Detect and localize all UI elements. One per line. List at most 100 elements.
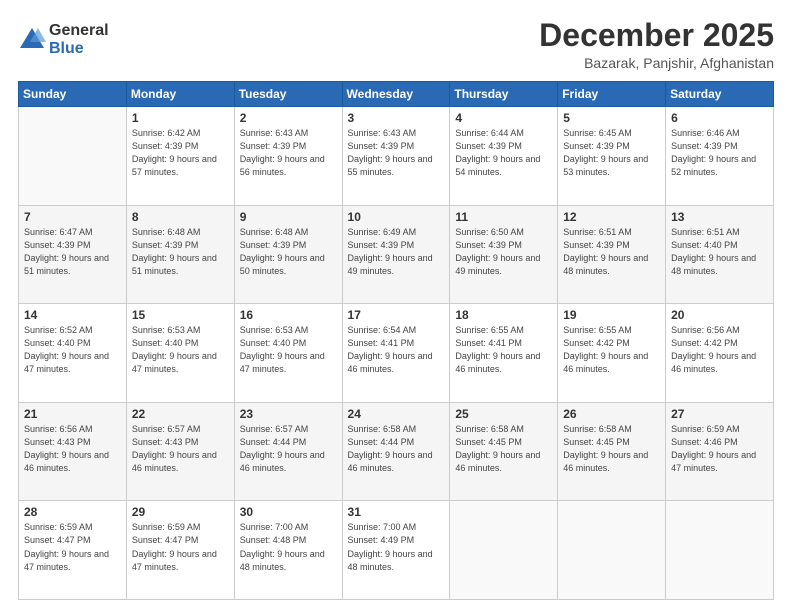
day-info: Sunrise: 6:55 AMSunset: 4:41 PMDaylight:…: [455, 325, 540, 374]
day-info: Sunrise: 7:00 AMSunset: 4:48 PMDaylight:…: [240, 522, 325, 571]
day-info: Sunrise: 6:55 AMSunset: 4:42 PMDaylight:…: [563, 325, 648, 374]
day-number: 7: [24, 210, 121, 224]
day-info: Sunrise: 6:59 AMSunset: 4:47 PMDaylight:…: [132, 522, 217, 571]
table-row: 10 Sunrise: 6:49 AMSunset: 4:39 PMDaylig…: [342, 205, 450, 304]
day-number: 16: [240, 308, 337, 322]
day-number: 10: [348, 210, 445, 224]
day-number: 28: [24, 505, 121, 519]
day-info: Sunrise: 6:57 AMSunset: 4:43 PMDaylight:…: [132, 424, 217, 473]
day-number: 22: [132, 407, 229, 421]
col-saturday: Saturday: [666, 82, 774, 107]
day-info: Sunrise: 6:48 AMSunset: 4:39 PMDaylight:…: [132, 227, 217, 276]
day-number: 23: [240, 407, 337, 421]
table-row: 21 Sunrise: 6:56 AMSunset: 4:43 PMDaylig…: [19, 402, 127, 501]
table-row: 5 Sunrise: 6:45 AMSunset: 4:39 PMDayligh…: [558, 107, 666, 206]
day-number: 26: [563, 407, 660, 421]
day-info: Sunrise: 6:58 AMSunset: 4:44 PMDaylight:…: [348, 424, 433, 473]
col-sunday: Sunday: [19, 82, 127, 107]
table-row: 28 Sunrise: 6:59 AMSunset: 4:47 PMDaylig…: [19, 501, 127, 600]
title-block: December 2025 Bazarak, Panjshir, Afghani…: [539, 18, 774, 71]
day-info: Sunrise: 6:52 AMSunset: 4:40 PMDaylight:…: [24, 325, 109, 374]
day-number: 2: [240, 111, 337, 125]
table-row: 16 Sunrise: 6:53 AMSunset: 4:40 PMDaylig…: [234, 304, 342, 403]
day-info: Sunrise: 6:57 AMSunset: 4:44 PMDaylight:…: [240, 424, 325, 473]
day-info: Sunrise: 6:54 AMSunset: 4:41 PMDaylight:…: [348, 325, 433, 374]
day-number: 19: [563, 308, 660, 322]
table-row: 2 Sunrise: 6:43 AMSunset: 4:39 PMDayligh…: [234, 107, 342, 206]
table-row: 12 Sunrise: 6:51 AMSunset: 4:39 PMDaylig…: [558, 205, 666, 304]
day-info: Sunrise: 6:51 AMSunset: 4:39 PMDaylight:…: [563, 227, 648, 276]
day-number: 13: [671, 210, 768, 224]
day-number: 25: [455, 407, 552, 421]
page: General Blue December 2025 Bazarak, Panj…: [0, 0, 792, 612]
day-info: Sunrise: 6:59 AMSunset: 4:47 PMDaylight:…: [24, 522, 109, 571]
table-row: 19 Sunrise: 6:55 AMSunset: 4:42 PMDaylig…: [558, 304, 666, 403]
col-thursday: Thursday: [450, 82, 558, 107]
table-row: 6 Sunrise: 6:46 AMSunset: 4:39 PMDayligh…: [666, 107, 774, 206]
table-row: 26 Sunrise: 6:58 AMSunset: 4:45 PMDaylig…: [558, 402, 666, 501]
day-number: 12: [563, 210, 660, 224]
col-friday: Friday: [558, 82, 666, 107]
table-row: 23 Sunrise: 6:57 AMSunset: 4:44 PMDaylig…: [234, 402, 342, 501]
table-row: [450, 501, 558, 600]
main-title: December 2025: [539, 18, 774, 53]
day-info: Sunrise: 6:44 AMSunset: 4:39 PMDaylight:…: [455, 128, 540, 177]
table-row: 14 Sunrise: 6:52 AMSunset: 4:40 PMDaylig…: [19, 304, 127, 403]
day-number: 21: [24, 407, 121, 421]
col-wednesday: Wednesday: [342, 82, 450, 107]
table-row: 15 Sunrise: 6:53 AMSunset: 4:40 PMDaylig…: [126, 304, 234, 403]
table-row: 1 Sunrise: 6:42 AMSunset: 4:39 PMDayligh…: [126, 107, 234, 206]
day-number: 15: [132, 308, 229, 322]
day-number: 6: [671, 111, 768, 125]
day-number: 3: [348, 111, 445, 125]
table-row: 17 Sunrise: 6:54 AMSunset: 4:41 PMDaylig…: [342, 304, 450, 403]
day-number: 9: [240, 210, 337, 224]
day-number: 1: [132, 111, 229, 125]
table-row: 13 Sunrise: 6:51 AMSunset: 4:40 PMDaylig…: [666, 205, 774, 304]
day-info: Sunrise: 6:50 AMSunset: 4:39 PMDaylight:…: [455, 227, 540, 276]
day-number: 4: [455, 111, 552, 125]
day-info: Sunrise: 6:53 AMSunset: 4:40 PMDaylight:…: [240, 325, 325, 374]
day-number: 31: [348, 505, 445, 519]
table-row: 20 Sunrise: 6:56 AMSunset: 4:42 PMDaylig…: [666, 304, 774, 403]
day-info: Sunrise: 6:56 AMSunset: 4:43 PMDaylight:…: [24, 424, 109, 473]
calendar-table: Sunday Monday Tuesday Wednesday Thursday…: [18, 81, 774, 600]
day-info: Sunrise: 6:51 AMSunset: 4:40 PMDaylight:…: [671, 227, 756, 276]
logo-icon: [18, 26, 46, 54]
table-row: [19, 107, 127, 206]
day-info: Sunrise: 6:42 AMSunset: 4:39 PMDaylight:…: [132, 128, 217, 177]
table-row: 25 Sunrise: 6:58 AMSunset: 4:45 PMDaylig…: [450, 402, 558, 501]
day-info: Sunrise: 6:58 AMSunset: 4:45 PMDaylight:…: [455, 424, 540, 473]
day-number: 11: [455, 210, 552, 224]
day-info: Sunrise: 6:49 AMSunset: 4:39 PMDaylight:…: [348, 227, 433, 276]
logo-blue-text: Blue: [49, 40, 109, 58]
table-row: 18 Sunrise: 6:55 AMSunset: 4:41 PMDaylig…: [450, 304, 558, 403]
logo-general-text: General: [49, 22, 109, 40]
day-number: 17: [348, 308, 445, 322]
day-info: Sunrise: 6:47 AMSunset: 4:39 PMDaylight:…: [24, 227, 109, 276]
day-info: Sunrise: 6:43 AMSunset: 4:39 PMDaylight:…: [240, 128, 325, 177]
day-info: Sunrise: 6:58 AMSunset: 4:45 PMDaylight:…: [563, 424, 648, 473]
table-row: [558, 501, 666, 600]
day-number: 14: [24, 308, 121, 322]
day-info: Sunrise: 6:43 AMSunset: 4:39 PMDaylight:…: [348, 128, 433, 177]
table-row: 29 Sunrise: 6:59 AMSunset: 4:47 PMDaylig…: [126, 501, 234, 600]
day-number: 5: [563, 111, 660, 125]
calendar-header-row: Sunday Monday Tuesday Wednesday Thursday…: [19, 82, 774, 107]
table-row: 3 Sunrise: 6:43 AMSunset: 4:39 PMDayligh…: [342, 107, 450, 206]
logo: General Blue: [18, 22, 109, 57]
table-row: 27 Sunrise: 6:59 AMSunset: 4:46 PMDaylig…: [666, 402, 774, 501]
day-number: 24: [348, 407, 445, 421]
table-row: 30 Sunrise: 7:00 AMSunset: 4:48 PMDaylig…: [234, 501, 342, 600]
day-number: 29: [132, 505, 229, 519]
table-row: 8 Sunrise: 6:48 AMSunset: 4:39 PMDayligh…: [126, 205, 234, 304]
table-row: 7 Sunrise: 6:47 AMSunset: 4:39 PMDayligh…: [19, 205, 127, 304]
table-row: 9 Sunrise: 6:48 AMSunset: 4:39 PMDayligh…: [234, 205, 342, 304]
table-row: 31 Sunrise: 7:00 AMSunset: 4:49 PMDaylig…: [342, 501, 450, 600]
table-row: 24 Sunrise: 6:58 AMSunset: 4:44 PMDaylig…: [342, 402, 450, 501]
col-monday: Monday: [126, 82, 234, 107]
subtitle: Bazarak, Panjshir, Afghanistan: [539, 55, 774, 71]
table-row: 22 Sunrise: 6:57 AMSunset: 4:43 PMDaylig…: [126, 402, 234, 501]
table-row: [666, 501, 774, 600]
day-number: 30: [240, 505, 337, 519]
